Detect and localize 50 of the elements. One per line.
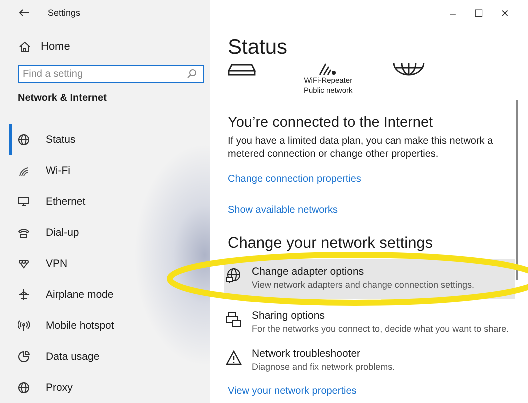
search-icon (187, 69, 197, 80)
scrollbar[interactable] (516, 100, 518, 280)
connection-heading: You’re connected to the Internet (228, 114, 434, 132)
nav-item[interactable]: Proxy (9, 372, 210, 403)
option-description: View network adapters and change connection settings. (252, 279, 474, 292)
nav-item[interactable]: Mobile hotspot (9, 310, 210, 341)
option-title: Network troubleshooter (252, 348, 362, 361)
home-link[interactable]: Home (19, 40, 210, 54)
section-heading: Change your network settings (228, 235, 434, 253)
airplane-icon (18, 288, 30, 300)
minimize-button[interactable]: – (447, 8, 460, 20)
connection-description: If you have a limited data plan, you can make this network a metered connection or change other properties. (228, 135, 494, 161)
globe-monitor-icon (226, 268, 242, 284)
pie-chart-icon (18, 350, 30, 362)
phone-icon (18, 226, 30, 238)
printer-icon (226, 312, 242, 328)
monitor-icon (18, 196, 30, 208)
settings-option[interactable]: Sharing options For the networks you connect to, decide what you want to share. (224, 299, 516, 341)
nav-item[interactable]: VPN (9, 248, 210, 279)
window-title: Settings (48, 8, 81, 18)
close-button[interactable]: ✕ (499, 8, 512, 20)
page-title: Status (228, 36, 289, 60)
option-title: Sharing options (252, 310, 326, 323)
settings-option[interactable]: Network troubleshooter Diagnose and fix network problems. (224, 341, 516, 381)
hotspot-icon (18, 320, 30, 332)
option-title: Change adapter options (252, 266, 366, 279)
warning-icon (226, 350, 242, 366)
option-description: For the networks you connect to, decide what you want to share. (252, 323, 510, 336)
globe-icon (392, 62, 425, 76)
nav-item[interactable]: Ethernet (9, 186, 210, 217)
nav-item[interactable]: Airplane mode (9, 279, 210, 310)
home-icon (19, 41, 31, 54)
nav-item[interactable]: Data usage (9, 341, 210, 372)
settings-option[interactable]: Change adapter options View network adapters and change connection settings. (224, 259, 516, 299)
link[interactable]: View your network properties (228, 385, 357, 399)
option-description: Diagnose and fix network problems. (252, 361, 396, 374)
wifi-icon (18, 164, 30, 176)
link[interactable]: Show available networks (228, 204, 338, 218)
link[interactable]: Change connection properties (228, 173, 362, 187)
search-input[interactable]: Find a setting (23, 68, 187, 80)
search-field[interactable]: Find a setting (18, 65, 204, 83)
vpn-icon (18, 258, 30, 270)
back-arrow-icon[interactable] (19, 8, 29, 17)
nav-item[interactable]: Dial-up (9, 217, 210, 248)
nav-item[interactable]: Status (9, 124, 210, 155)
section-heading: Network & Internet (18, 93, 108, 104)
globe-icon (18, 382, 30, 394)
nav-item[interactable]: Wi-Fi (9, 155, 210, 186)
globe-icon (18, 134, 30, 146)
maximize-button[interactable]: ☐ (473, 8, 486, 20)
